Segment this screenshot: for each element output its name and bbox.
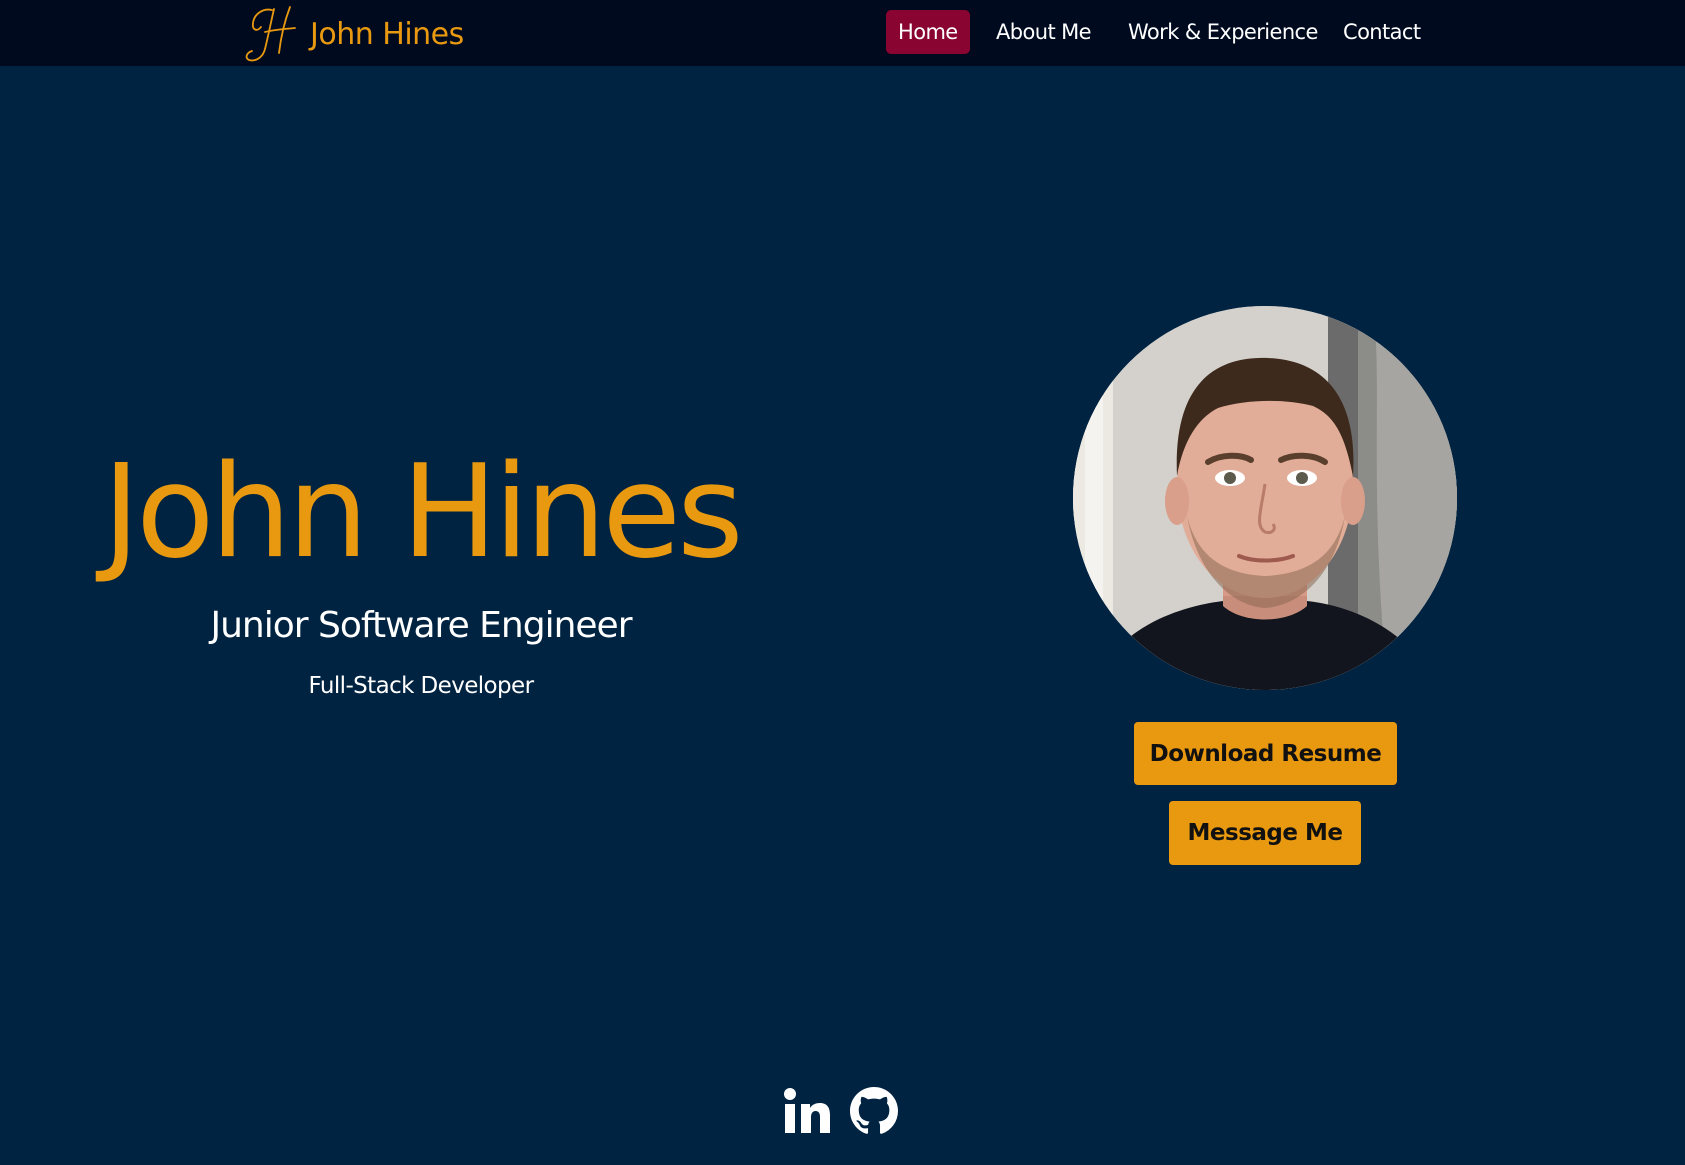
nav-item-contact[interactable]: Contact xyxy=(1343,10,1421,54)
social-links xyxy=(783,1086,898,1136)
main-nav: Home About Me Work & Experience Contact xyxy=(0,10,1685,54)
nav-item-work-experience[interactable]: Work & Experience xyxy=(1128,10,1318,54)
nav-item-home[interactable]: Home xyxy=(886,10,970,54)
linkedin-icon[interactable] xyxy=(783,1088,831,1134)
message-me-button[interactable]: Message Me xyxy=(1169,801,1361,865)
navbar: John Hines Home About Me Work & Experien… xyxy=(0,0,1685,66)
github-icon[interactable] xyxy=(850,1087,898,1135)
download-resume-button[interactable]: Download Resume xyxy=(1134,722,1397,785)
nav-item-about-me[interactable]: About Me xyxy=(996,10,1092,54)
profile-photo-illustration xyxy=(1073,306,1457,690)
profile-photo xyxy=(1073,306,1457,690)
hero-role: Full-Stack Developer xyxy=(308,673,535,699)
hero-title: John Hines xyxy=(102,438,743,587)
hero-subtitle: Junior Software Engineer xyxy=(210,605,633,646)
